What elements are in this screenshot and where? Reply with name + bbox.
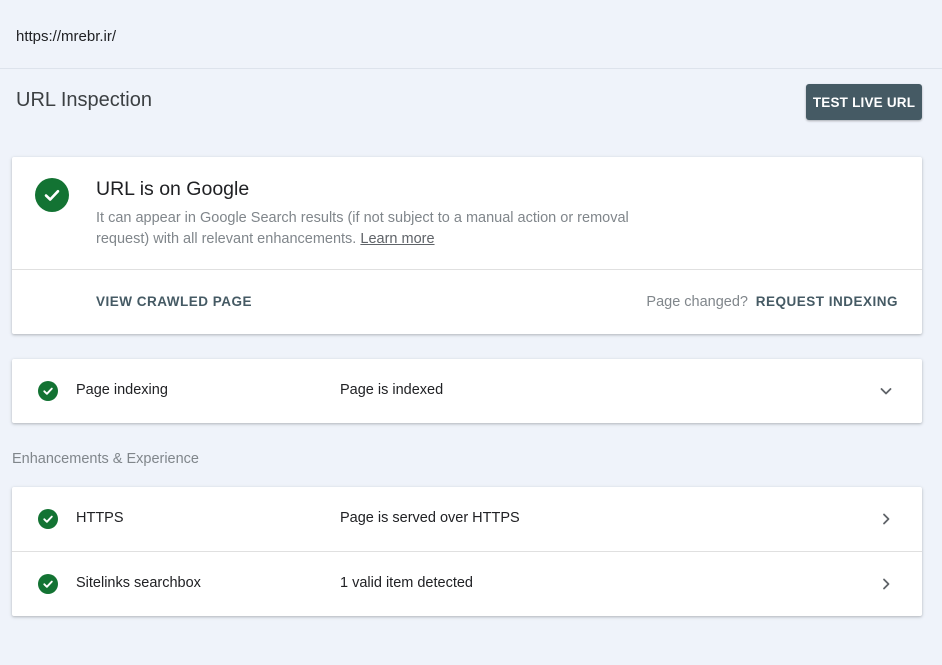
- check-circle-icon: [38, 381, 58, 401]
- page-indexing-card: Page indexing Page is indexed: [12, 359, 922, 423]
- check-circle-icon: [38, 574, 58, 594]
- row-value: 1 valid item detected: [340, 575, 473, 591]
- status-description: It can appear in Google Search results (…: [96, 208, 676, 250]
- row-label: Sitelinks searchbox: [76, 575, 201, 591]
- status-summary: URL is on Google It can appear in Google…: [12, 157, 922, 270]
- url-status-card: URL is on Google It can appear in Google…: [12, 157, 922, 334]
- enhancement-row-sitelinks-searchbox[interactable]: Sitelinks searchbox 1 valid item detecte…: [12, 551, 922, 615]
- row-label: Page indexing: [76, 382, 168, 398]
- row-value: Page is indexed: [340, 382, 444, 398]
- row-value: Page is served over HTTPS: [340, 510, 520, 526]
- page-title: URL Inspection: [16, 89, 152, 111]
- status-actions: VIEW CRAWLED PAGE Page changed? REQUEST …: [12, 270, 922, 334]
- page-indexing-row[interactable]: Page indexing Page is indexed: [12, 359, 922, 423]
- check-circle-icon: [38, 509, 58, 529]
- chevron-right-icon[interactable]: [876, 509, 896, 529]
- request-indexing-button[interactable]: REQUEST INDEXING: [756, 294, 898, 309]
- inspected-url: https://mrebr.ir/: [16, 28, 117, 45]
- page-header: URL Inspection TEST LIVE URL: [0, 69, 942, 157]
- enhancement-row-https[interactable]: HTTPS Page is served over HTTPS: [12, 487, 922, 551]
- url-bar: https://mrebr.ir/: [0, 0, 942, 69]
- enhancements-card: HTTPS Page is served over HTTPS Sitelink…: [12, 487, 922, 616]
- view-crawled-page-button[interactable]: VIEW CRAWLED PAGE: [96, 294, 252, 309]
- page-changed-text: Page changed?: [646, 294, 748, 310]
- chevron-down-icon[interactable]: [876, 381, 896, 401]
- test-live-url-button[interactable]: TEST LIVE URL: [806, 84, 922, 120]
- learn-more-link[interactable]: Learn more: [360, 231, 434, 247]
- enhancements-heading: Enhancements & Experience: [12, 451, 199, 467]
- row-label: HTTPS: [76, 510, 124, 526]
- chevron-right-icon[interactable]: [876, 574, 896, 594]
- check-circle-icon: [35, 178, 69, 212]
- status-title: URL is on Google: [96, 178, 250, 200]
